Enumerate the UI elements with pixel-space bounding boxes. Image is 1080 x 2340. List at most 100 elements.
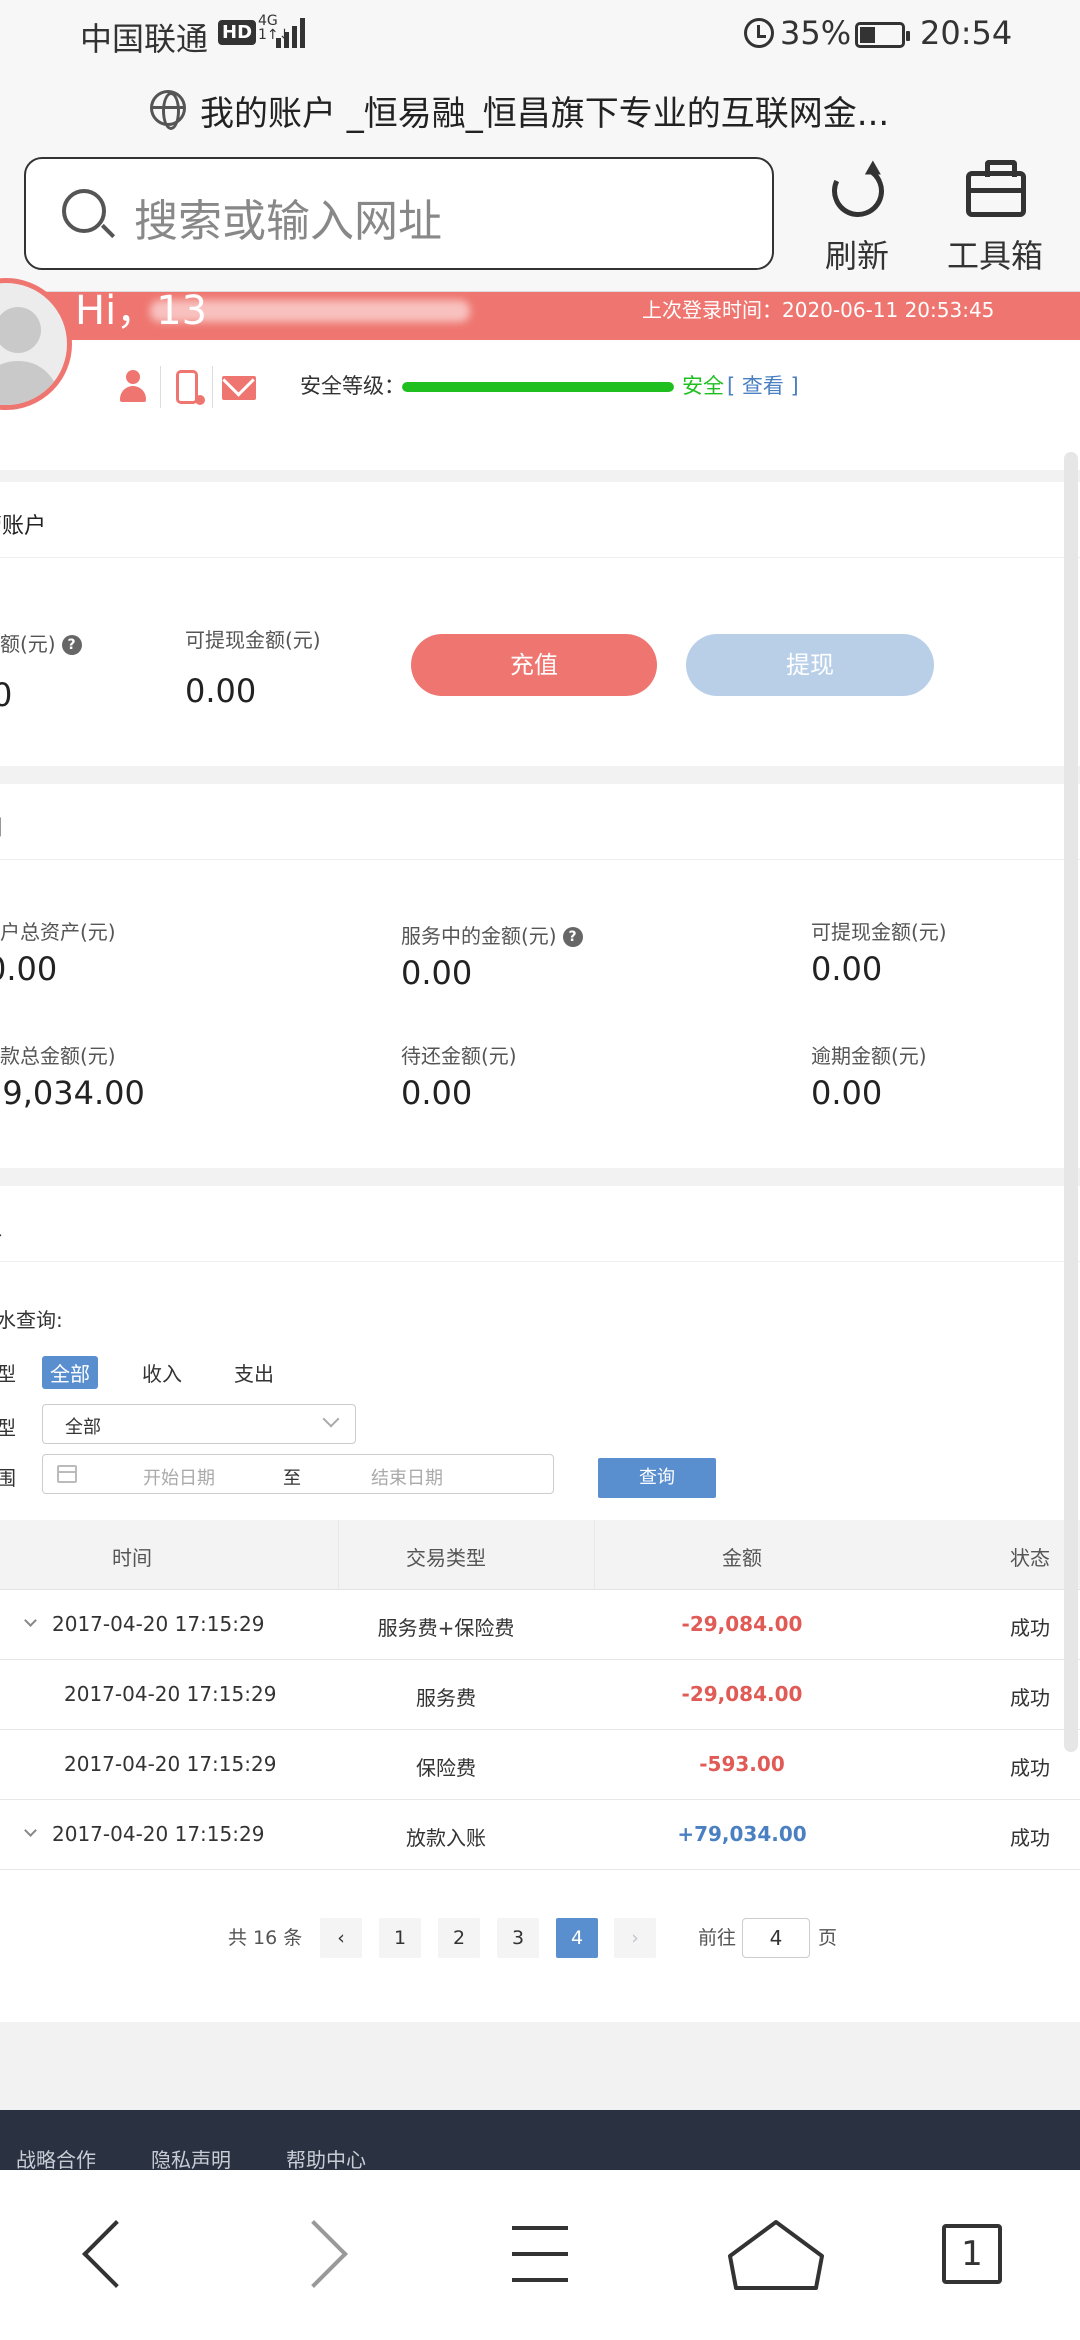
refresh-button[interactable]: 刷新 [802,157,912,277]
end-date-input[interactable]: 结束日期 [371,1464,443,1490]
masked-username [150,300,470,322]
security-level-bar [402,382,674,392]
withdrawable-label: 可提现金额(元) [185,628,321,652]
address-bar-row: 搜索或输入网址 刷新 工具箱 [0,147,1080,292]
withdraw-button[interactable]: 提现 [686,634,934,696]
next-page-button[interactable]: › [614,1918,656,1958]
footer-link-privacy[interactable]: 隐私声明 [151,2144,231,2173]
total-assets-value: 0.00 [0,950,58,988]
footer-link-help[interactable]: 帮助中心 [286,2144,366,2173]
row-time: 2017-04-20 17:15:29 [64,1682,277,1706]
menu-icon[interactable] [512,2226,568,2284]
column-header-time: 时间 [112,1546,152,1570]
pending-repay-value: 0.00 [401,1074,473,1112]
fund-flow-card: 水 水查询: 型 全部 收入 支出 型 全部 围 开始日期 至 结束日期 查询 … [0,1186,1080,2022]
table-row[interactable]: 2017-04-20 17:15:29 服务费+保险费 -29,084.00 成… [0,1590,1080,1660]
table-row[interactable]: 2017-04-20 17:15:29 放款入账 +79,034.00 成功 [0,1800,1080,1870]
mail-icon[interactable] [222,376,256,400]
date-range-picker[interactable]: 开始日期 至 结束日期 [42,1454,554,1494]
row-type: 服务费+保险费 [377,1616,515,1640]
alarm-icon [744,18,774,48]
column-header-amount: 金额 [722,1546,762,1570]
table-row[interactable]: 2017-04-20 17:15:29 保险费 -593.00 成功 [0,1730,1080,1800]
scrollbar[interactable] [1064,452,1078,1752]
type-option-all[interactable]: 全部 [42,1356,98,1389]
expand-chevron-icon[interactable] [24,1614,37,1627]
divider [160,366,161,408]
globe-icon [150,90,186,130]
details-withdrawable-label: 可提现金额(元) [811,920,947,944]
goto-label: 前往 [698,1927,737,1949]
row-time: 2017-04-20 17:15:29 [52,1612,265,1636]
row-time: 2017-04-20 17:15:29 [52,1822,265,1846]
page-2-button[interactable]: 2 [438,1918,480,1958]
security-view-link[interactable]: [ 查看 ] [727,370,799,400]
card-header: 水 [0,1186,1080,1262]
card-title: 管账户 [0,514,47,539]
page-4-button[interactable]: 4 [556,1918,598,1958]
signal-icon [276,18,312,48]
type-option-expense[interactable]: 支出 [226,1356,282,1389]
refresh-icon [824,157,892,225]
type-option-income[interactable]: 收入 [134,1356,190,1389]
search-placeholder: 搜索或输入网址 [134,196,442,247]
overdue-label: 逾期金额(元) [811,1044,927,1068]
custody-account-card: 管账户 金额(元)? 0 可提现金额(元) 0.00 充值 提现 [0,482,1080,766]
row-amount: -29,084.00 [681,1682,803,1706]
forward-icon[interactable] [280,2220,348,2288]
loan-total-value: 79,034.00 [0,1074,145,1112]
home-icon[interactable] [724,2218,828,2292]
search-input[interactable]: 搜索或输入网址 [24,157,774,270]
battery-percent: 35% [780,14,852,52]
phone-icon[interactable] [176,370,205,405]
last-login-time: 上次登录时间：2020-06-11 20:53:45 [642,298,995,322]
trade-type-select[interactable]: 全部 [42,1404,356,1444]
pending-repay-label: 待还金额(元) [401,1044,517,1068]
help-icon[interactable]: ? [562,927,583,947]
toolbox-icon [966,160,1026,217]
chevron-down-icon [322,1410,340,1428]
date-range-separator: 至 [283,1468,301,1489]
row-status: 成功 [1010,1756,1050,1780]
table-row[interactable]: 2017-04-20 17:15:29 服务费 -29,084.00 成功 [0,1660,1080,1730]
page-title[interactable]: 我的账户 _恒易融_恒昌旗下专业的互联网金... [200,86,889,135]
security-status: 安全 [682,374,724,398]
total-assets-label: 账户总资产(元) [0,920,116,944]
footer-link-partnership[interactable]: 战略合作 [16,2144,96,2173]
row-type: 放款入账 [406,1826,486,1850]
help-icon[interactable]: ? [61,635,82,655]
column-header-status: 状态 [1010,1546,1050,1570]
recharge-button[interactable]: 充值 [411,634,657,696]
battery-icon [855,22,910,48]
refresh-label: 刷新 [824,237,889,275]
card-title: 细 [0,810,2,842]
tabs-button[interactable]: 1 [942,2224,1002,2284]
in-service-value: 0.00 [401,954,473,992]
card-header: 管账户 [0,482,1080,558]
security-level-label: 安全等级： [300,374,405,398]
calendar-icon [57,1465,77,1483]
table-header: 时间 交易类型 金额 状态 [0,1520,1080,1590]
balance-label: 金额(元)? [0,628,82,657]
goto-page-input[interactable]: 4 [742,1918,810,1958]
details-withdrawable-value: 0.00 [811,950,883,988]
row-status: 成功 [1010,1686,1050,1710]
toolbox-button[interactable]: 工具箱 [940,157,1050,277]
withdrawable-value: 0.00 [185,672,257,710]
person-icon[interactable] [116,370,150,404]
page-3-button[interactable]: 3 [497,1918,539,1958]
page-1-button[interactable]: 1 [379,1918,421,1958]
profile-body: 安全等级： 安全 [ 查看 ] [0,278,1080,470]
expand-chevron-icon[interactable] [24,1824,37,1837]
start-date-input[interactable]: 开始日期 [143,1464,215,1490]
row-amount: -593.00 [699,1752,785,1776]
prev-page-button[interactable]: ‹ [320,1918,362,1958]
type-label: 型 [0,1362,16,1386]
trade-type-value: 全部 [65,1417,101,1438]
divider [212,366,213,408]
row-time: 2017-04-20 17:15:29 [64,1752,277,1776]
site-footer: 战略合作 隐私声明 帮助中心 [0,2110,1080,2173]
hd-badge: HD [218,20,257,45]
query-button[interactable]: 查询 [598,1458,716,1498]
back-icon[interactable] [82,2220,150,2288]
